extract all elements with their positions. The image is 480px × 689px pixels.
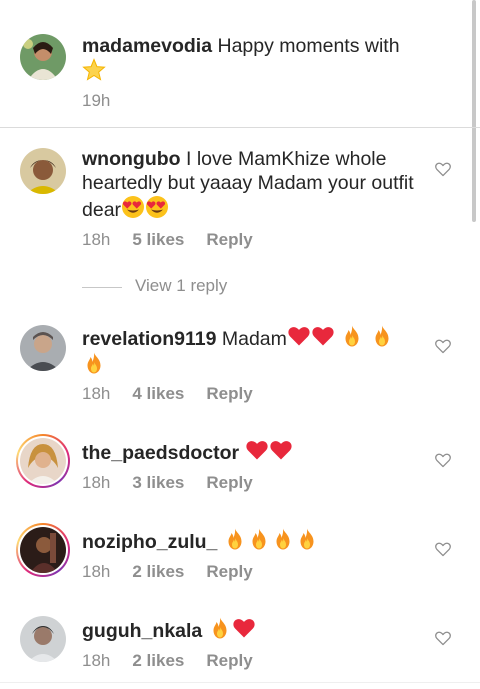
reply-button[interactable]: Reply — [206, 384, 252, 403]
avatar — [20, 438, 66, 484]
likes-count[interactable]: 2 likes — [132, 651, 184, 670]
fire-emoji — [370, 324, 394, 348]
bottom-divider — [0, 682, 480, 683]
fire-emoji — [340, 324, 364, 348]
heart-outline-icon[interactable] — [434, 541, 452, 557]
heart-eyes-emoji — [145, 195, 169, 219]
avatar[interactable] — [20, 325, 66, 371]
comment-body: Happy moments with — [217, 35, 400, 57]
comment-text: wnongubo I love MamKhize whole heartedly… — [82, 147, 422, 222]
comment-meta: 18h 2 likes Reply — [82, 651, 275, 671]
comment-meta: 18h 4 likes Reply — [82, 384, 275, 404]
heart-eyes-emoji — [121, 195, 145, 219]
comment-text: nozipho_zulu_ — [82, 527, 422, 554]
comment-time: 18h — [82, 384, 111, 403]
comment-username[interactable]: the_paedsdoctor — [82, 442, 239, 464]
red-heart-emoji — [245, 438, 269, 462]
reply-button[interactable]: Reply — [206, 230, 252, 249]
caption-divider — [0, 127, 480, 128]
comment-text: revelation9119 Madam — [82, 324, 422, 378]
red-heart-emoji — [311, 324, 335, 348]
red-heart-emoji — [287, 324, 311, 348]
story-ring[interactable] — [16, 523, 70, 577]
comment-text: guguh_nkala — [82, 616, 422, 643]
comment-username[interactable]: revelation9119 — [82, 328, 216, 350]
likes-count[interactable]: 3 likes — [132, 473, 184, 492]
comment-meta: 19h — [82, 91, 132, 111]
avatar[interactable] — [20, 148, 66, 194]
comment-meta: 18h 5 likes Reply — [82, 230, 275, 250]
fire-emoji — [223, 527, 247, 551]
likes-count[interactable]: 2 likes — [132, 562, 184, 581]
comment-time: 19h — [82, 91, 111, 110]
reply-button[interactable]: Reply — [206, 651, 252, 670]
comment-username[interactable]: nozipho_zulu_ — [82, 531, 217, 553]
reply-button[interactable]: Reply — [206, 562, 252, 581]
comment-time: 18h — [82, 651, 111, 670]
avatar[interactable] — [20, 616, 66, 662]
avatar[interactable] — [20, 34, 66, 80]
comment-username[interactable]: madamevodia — [82, 35, 212, 57]
heart-outline-icon[interactable] — [434, 452, 452, 468]
scrollbar[interactable] — [472, 0, 476, 222]
avatar — [20, 527, 66, 573]
comment-meta: 18h 3 likes Reply — [82, 473, 275, 493]
reply-button[interactable]: Reply — [206, 473, 252, 492]
fire-emoji — [208, 616, 232, 640]
heart-outline-icon[interactable] — [434, 630, 452, 646]
comment-text: madamevodia Happy moments with — [82, 34, 422, 85]
comment-body: Madam — [221, 328, 287, 350]
red-heart-emoji — [232, 616, 256, 640]
comment-username[interactable]: wnongubo — [82, 148, 181, 170]
likes-count[interactable]: 5 likes — [132, 230, 184, 249]
comment-meta: 18h 2 likes Reply — [82, 562, 275, 582]
fire-emoji — [247, 527, 271, 551]
red-heart-emoji — [269, 438, 293, 462]
fire-emoji — [82, 351, 106, 375]
fire-emoji — [271, 527, 295, 551]
comment-time: 18h — [82, 230, 111, 249]
likes-count[interactable]: 4 likes — [132, 384, 184, 403]
fire-emoji — [295, 527, 319, 551]
heart-outline-icon[interactable] — [434, 338, 452, 354]
comment-text: the_paedsdoctor — [82, 438, 422, 465]
comment-time: 18h — [82, 473, 111, 492]
heart-outline-icon[interactable] — [434, 161, 452, 177]
star-emoji — [82, 58, 106, 82]
comment-username[interactable]: guguh_nkala — [82, 620, 202, 642]
story-ring[interactable] — [16, 434, 70, 488]
comment-time: 18h — [82, 562, 111, 581]
view-replies-line — [82, 287, 122, 288]
view-replies-label[interactable]: View 1 reply — [135, 276, 227, 296]
